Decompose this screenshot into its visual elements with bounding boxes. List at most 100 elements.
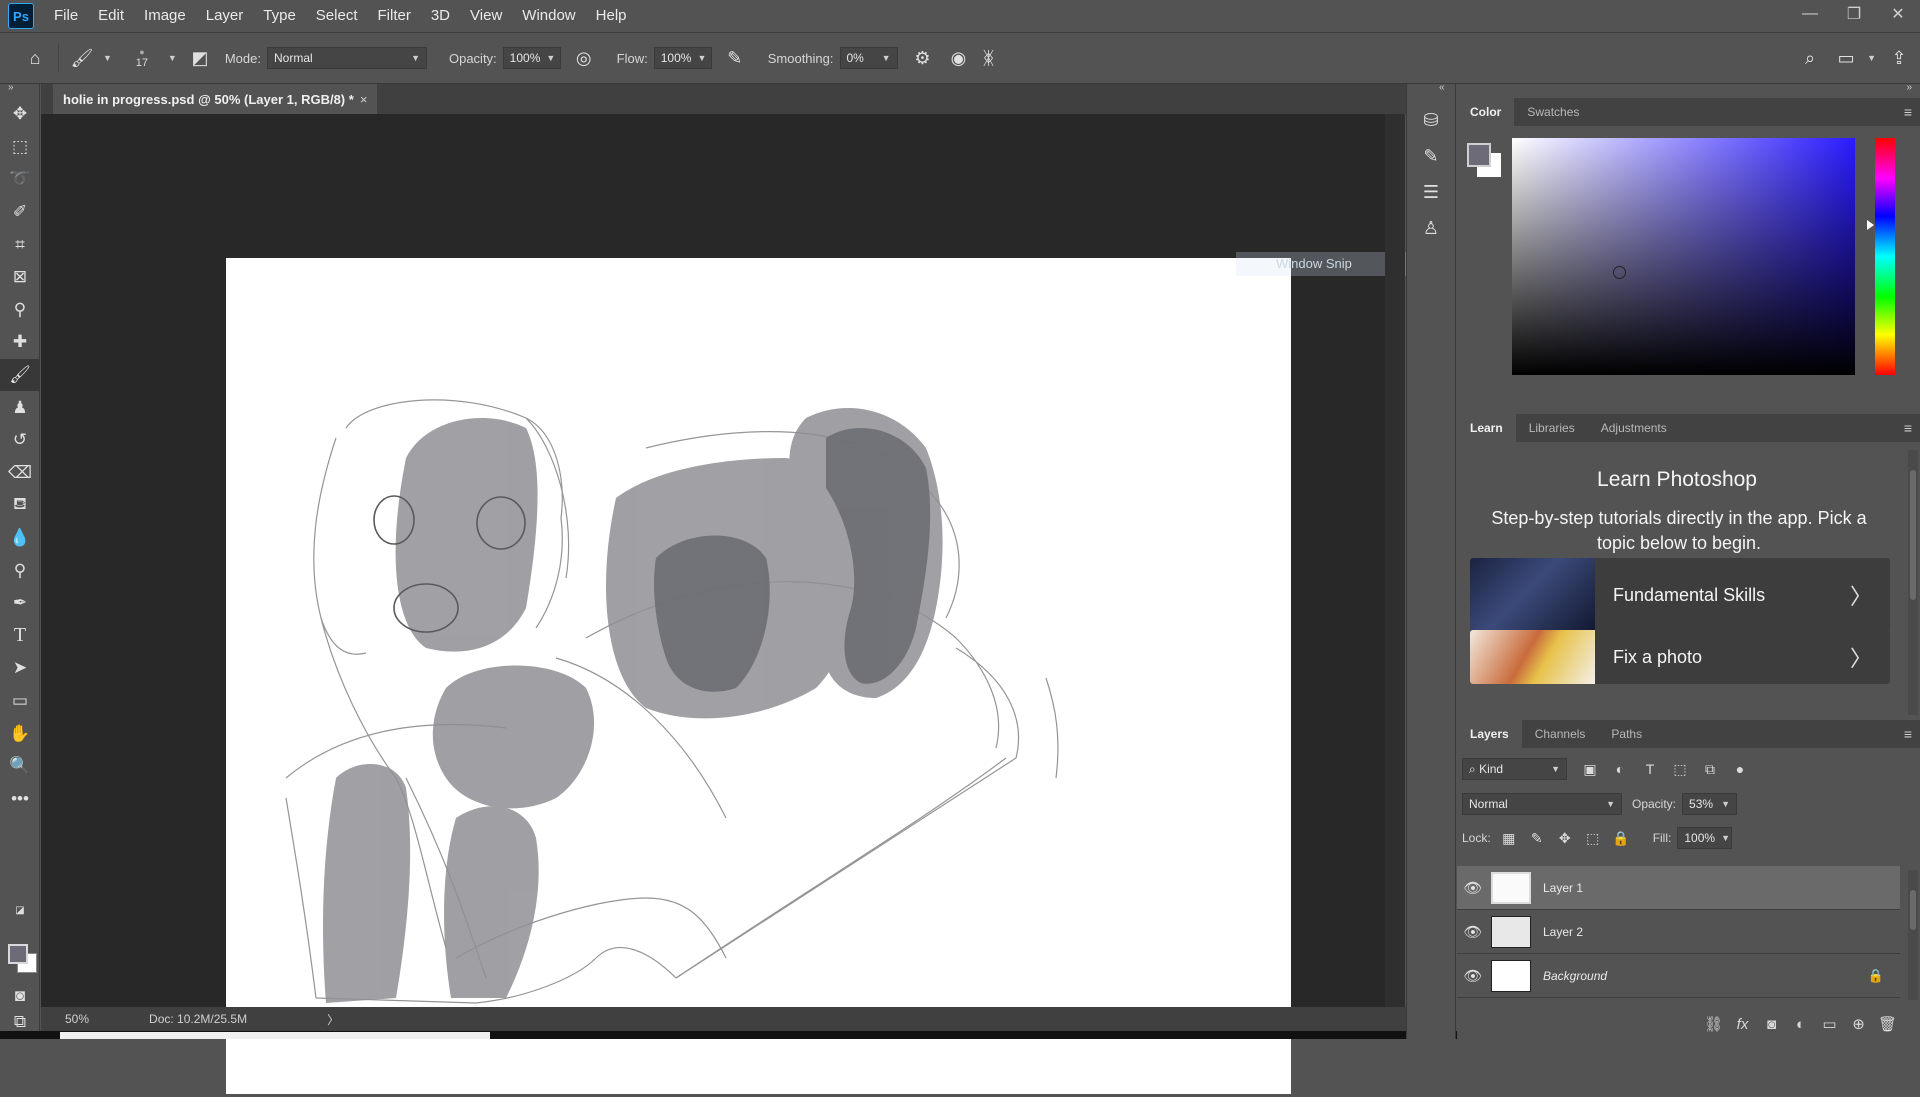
chevron-down-icon[interactable]: ▼ (103, 53, 112, 63)
frame-tool-icon[interactable]: ⊠ (0, 261, 40, 294)
pressure-opacity-icon[interactable]: ◎ (569, 43, 599, 73)
crop-tool-icon[interactable]: ⌗ (0, 228, 40, 261)
new-layer-icon[interactable]: ⊕ (1844, 1015, 1873, 1033)
layer-row-background[interactable]: 👁 Background 🔒 (1457, 954, 1900, 998)
brush-preset-icon[interactable]: 🖌 (67, 43, 97, 73)
layer-kind-filter[interactable]: ⌕ Kind ▼ (1462, 758, 1567, 780)
minimize-button[interactable]: — (1788, 0, 1832, 28)
document-canvas[interactable]: Window Snip (226, 252, 1436, 1094)
brush-settings-icon[interactable]: ✎ (1407, 138, 1455, 174)
share-icon[interactable]: ⇪ (1884, 43, 1914, 73)
layer-opacity-input[interactable]: 53% ▼ (1682, 793, 1738, 815)
blur-tool-icon[interactable]: 💧 (0, 522, 40, 555)
quick-selection-tool-icon[interactable]: ✐ (0, 196, 40, 229)
layer-style-fx-icon[interactable]: fx (1728, 1016, 1757, 1033)
lock-all-icon[interactable]: 🔒 (1607, 830, 1635, 847)
brush-settings-panel-icon[interactable]: ◩ (185, 43, 215, 73)
status-menu-icon[interactable]: 〉 (327, 1011, 339, 1028)
search-icon[interactable]: ⌕ (1795, 43, 1825, 73)
hue-slider[interactable] (1875, 138, 1895, 375)
path-selection-tool-icon[interactable]: ➤ (0, 652, 40, 685)
mode-select[interactable]: Normal ▼ (266, 47, 427, 69)
history-brush-tool-icon[interactable]: ↺ (0, 424, 40, 457)
hand-tool-icon[interactable]: ✋ (0, 717, 40, 750)
tab-learn[interactable]: Learn (1457, 414, 1516, 442)
menu-image[interactable]: Image (134, 0, 196, 32)
menu-layer[interactable]: Layer (196, 0, 254, 32)
menu-window[interactable]: Window (512, 0, 585, 32)
chevron-down-icon[interactable]: ▼ (546, 53, 555, 63)
menu-type[interactable]: Type (253, 0, 306, 32)
rectangle-tool-icon[interactable]: ▭ (0, 685, 40, 718)
learn-card-fix-a-photo[interactable]: Fix a photo 〉 (1470, 630, 1890, 684)
foreground-color-chip[interactable] (1467, 143, 1491, 167)
restore-button[interactable]: ❐ (1832, 0, 1876, 28)
chevron-down-icon[interactable]: ▼ (882, 53, 891, 63)
lock-transparent-pixels-icon[interactable]: ▦ (1495, 830, 1523, 847)
panel-menu-icon[interactable]: ≡ (1904, 726, 1912, 742)
symmetry-butterfly-icon[interactable]: ᛤ (974, 43, 1004, 73)
airbrush-icon[interactable]: ✎ (720, 43, 750, 73)
expand-arrows-icon[interactable]: » (8, 82, 14, 93)
collapse-arrows-icon[interactable]: « (1439, 82, 1445, 93)
more-tools-icon[interactable]: ••• (0, 782, 40, 815)
lock-position-icon[interactable]: ✥ (1551, 830, 1579, 847)
lock-artboard-icon[interactable]: ⬚ (1579, 830, 1607, 847)
blend-mode-select[interactable]: Normal ▼ (1462, 793, 1622, 815)
paint-bucket-tool-icon[interactable]: ⛾ (0, 489, 40, 522)
menu-file[interactable]: File (44, 0, 88, 32)
menu-view[interactable]: View (460, 0, 512, 32)
delete-layer-icon[interactable]: 🗑 (1873, 1015, 1902, 1033)
workspace-icon[interactable]: ▭ (1831, 43, 1861, 73)
panel-menu-icon[interactable]: ≡ (1904, 104, 1912, 120)
move-tool-icon[interactable]: ✥ (0, 98, 40, 131)
type-tool-icon[interactable]: T (0, 620, 40, 653)
clone-stamp-tool-icon[interactable]: ♟ (0, 391, 40, 424)
zoom-level[interactable]: 50% (65, 1012, 89, 1026)
tab-paths[interactable]: Paths (1598, 720, 1655, 748)
properties-panel-icon[interactable]: ☰ (1407, 174, 1455, 210)
menu-3d[interactable]: 3D (421, 0, 460, 32)
document-tab[interactable]: holie in progress.psd @ 50% (Layer 1, RG… (53, 84, 378, 114)
dodge-tool-icon[interactable]: ⚲ (0, 554, 40, 587)
learn-scrollbar[interactable] (1908, 450, 1918, 715)
chevron-down-icon[interactable]: ▼ (168, 53, 177, 63)
layer-name[interactable]: Layer 1 (1543, 881, 1583, 895)
layer-name[interactable]: Background (1543, 969, 1607, 983)
canvas-vertical-scrollbar[interactable] (1385, 114, 1405, 1007)
tab-layers[interactable]: Layers (1457, 720, 1522, 748)
close-tab-icon[interactable]: × (360, 92, 368, 107)
marquee-tool-icon[interactable]: ⬚ (0, 131, 40, 164)
foreground-color-swatch[interactable] (8, 944, 28, 964)
lasso-tool-icon[interactable]: ➰ (0, 163, 40, 196)
zoom-tool-icon[interactable]: 🔍 (0, 750, 40, 783)
menu-select[interactable]: Select (306, 0, 368, 32)
learn-card-fundamental-skills[interactable]: Fundamental Skills 〉 (1470, 558, 1890, 632)
history-panel-icon[interactable]: ⛁ (1407, 102, 1455, 138)
flow-input[interactable]: 100% ▼ (653, 47, 712, 69)
menu-help[interactable]: Help (586, 0, 637, 32)
chevron-down-icon[interactable]: ▼ (697, 53, 706, 63)
canvas-workspace[interactable]: Window Snip (41, 114, 1436, 1094)
clone-source-panel-icon[interactable]: ♙ (1407, 210, 1455, 246)
visibility-eye-icon[interactable]: 👁 (1457, 923, 1489, 941)
gear-icon[interactable]: ⚙ (908, 43, 938, 73)
visibility-eye-icon[interactable]: 👁 (1457, 967, 1489, 985)
fill-input[interactable]: 100% ▼ (1677, 827, 1733, 849)
panel-menu-icon[interactable]: ≡ (1904, 420, 1912, 436)
brush-tool-icon[interactable]: 🖌 (0, 358, 40, 392)
shape-filter-icon[interactable]: ⬚ (1665, 761, 1695, 778)
default-colors-icon[interactable]: ◪ (0, 894, 40, 927)
close-button[interactable]: ✕ (1876, 0, 1920, 28)
smoothing-input[interactable]: 0% ▼ (839, 47, 898, 69)
menu-filter[interactable]: Filter (368, 0, 421, 32)
tab-libraries[interactable]: Libraries (1516, 414, 1588, 442)
adjustment-filter-icon[interactable]: ◐ (1605, 761, 1635, 777)
chevron-down-icon[interactable]: ▼ (1867, 53, 1876, 63)
chevron-down-icon[interactable]: ▼ (1721, 833, 1730, 843)
link-layers-icon[interactable]: ⛓ (1699, 1015, 1728, 1033)
type-filter-icon[interactable]: T (1635, 761, 1665, 777)
layer-row-layer-2[interactable]: 👁 Layer 2 (1457, 910, 1900, 954)
layer-name[interactable]: Layer 2 (1543, 925, 1583, 939)
pen-tool-icon[interactable]: ✒ (0, 587, 40, 620)
